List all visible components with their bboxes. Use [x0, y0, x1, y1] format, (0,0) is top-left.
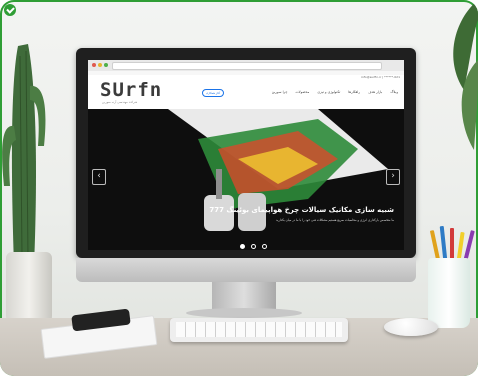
slider-indicators [240, 234, 268, 250]
slider-dot[interactable] [251, 244, 257, 249]
plant-pot [6, 252, 52, 326]
monitor-chin [76, 258, 416, 282]
cactus-plant [2, 44, 46, 266]
close-dot[interactable] [92, 63, 96, 67]
chevron-left-icon: ‹ [97, 171, 101, 181]
hero-slider: ‹ › شبیه سازی مکانیک سیالات چرخ هواپیمای… [88, 109, 404, 250]
nav-item-market[interactable]: بازار هدف [368, 90, 382, 94]
check-icon [4, 4, 16, 16]
maximize-dot[interactable] [104, 63, 108, 67]
site-logo[interactable]: SUrfn [100, 81, 162, 100]
monitor-stand-base [186, 308, 302, 318]
nav-item-products[interactable]: محصولات [295, 90, 309, 94]
chevron-right-icon: › [391, 171, 395, 181]
site-header: 021-****** | info@surfin.ir SUrfn شرکت م… [88, 71, 404, 109]
plant-leaves [453, 0, 478, 150]
mouse [384, 318, 438, 336]
keyboard [170, 318, 348, 342]
slider-next-button[interactable]: › [386, 169, 400, 185]
slide-title: شبیه سازی مکانیک سیالات چرخ هواپیمای بوئ… [209, 206, 394, 214]
nav-item-technology[interactable]: تکنولوژی و تیزی [317, 90, 340, 94]
address-bar[interactable] [112, 62, 382, 70]
contact-info: 021-****** | info@surfin.ir [361, 75, 400, 79]
minimize-dot[interactable] [98, 63, 102, 67]
photo-frame: 021-****** | info@surfin.ir SUrfn شرکت م… [0, 0, 478, 376]
main-nav: چرا سورین محصولات تکنولوژی و تیزی راهکار… [272, 90, 398, 94]
nav-item-blog[interactable]: وبلاگ [390, 90, 398, 94]
cup [428, 258, 470, 328]
top-contact-bar [88, 71, 404, 75]
monitor-screen: 021-****** | info@surfin.ir SUrfn شرکت م… [88, 60, 404, 250]
slider-dot[interactable] [262, 244, 268, 249]
nav-item-solutions[interactable]: راهکارها [348, 90, 360, 94]
nav-item-why[interactable]: چرا سورین [272, 90, 288, 94]
slider-image [88, 109, 404, 250]
slider-prev-button[interactable]: ‹ [92, 169, 106, 185]
site-logo-subtitle: شرکت مهندسی آرنه سورین [102, 100, 138, 104]
slide-text: ما متخصص بارگذاری انرژی و محاسبات سریع ه… [275, 218, 394, 222]
cta-button[interactable]: آغاز همکاری [202, 89, 224, 97]
slider-dot[interactable] [240, 244, 245, 249]
